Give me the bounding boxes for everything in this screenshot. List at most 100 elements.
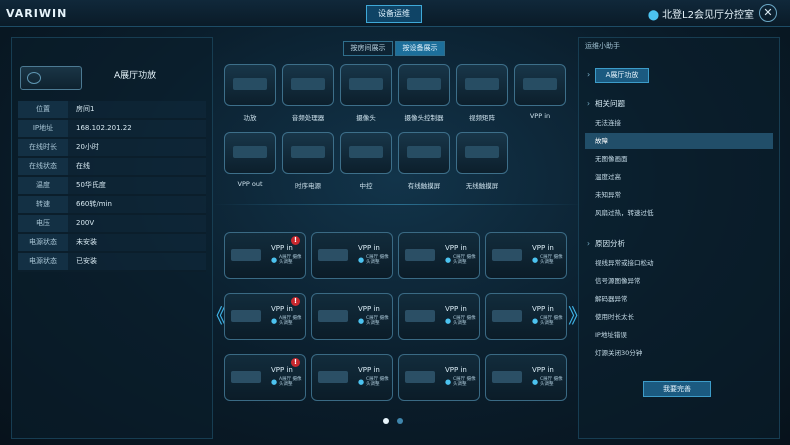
issue-item[interactable]: 无法连接 xyxy=(585,115,773,131)
device-type-item[interactable]: 有线触摸屏 xyxy=(396,132,452,190)
device-icon xyxy=(492,249,522,261)
card-title: VPP in xyxy=(445,366,467,374)
toggle-by-device[interactable]: 按设备展示 xyxy=(395,41,445,56)
card-location: A展厅 摄像头调整 xyxy=(279,316,302,326)
location: ⬤ 北登L2会见厅分控室 xyxy=(648,6,754,21)
cause-item[interactable]: 视线异常或接口松动 xyxy=(585,255,773,271)
wireless-touchscreen-icon xyxy=(456,132,508,174)
device-type-item[interactable]: 摄像头控制器 xyxy=(396,64,452,122)
issue-item-selected[interactable]: 故障 xyxy=(585,133,773,149)
related-issues-heading[interactable]: › 相关问题 xyxy=(587,98,625,109)
card-location: C展厅 摄像头调整 xyxy=(366,255,389,265)
section-label: 原因分析 xyxy=(595,239,625,248)
device-type-label: 功放 xyxy=(243,114,257,122)
device-card[interactable]: VPP in ● C展厅 摄像头调整 xyxy=(398,354,480,401)
info-key: 位置 xyxy=(18,101,68,120)
location-pin-icon: ● xyxy=(271,317,278,325)
card-title: VPP in xyxy=(532,244,554,252)
device-card[interactable]: VPP in ● C展厅 摄像头调整 xyxy=(485,232,567,279)
device-card[interactable]: VPP in ● C展厅 摄像头调整 xyxy=(398,232,480,279)
device-title: A展厅功放 xyxy=(114,71,157,81)
alert-icon: ! xyxy=(291,236,300,245)
card-title: VPP in xyxy=(532,305,554,313)
info-value: 20小时 xyxy=(68,139,206,158)
device-icon xyxy=(405,249,435,261)
info-row: 位置 房间1 xyxy=(18,101,206,120)
location-pin-icon: ● xyxy=(445,317,452,325)
device-card[interactable]: VPP in ● C展厅 摄像头调整 xyxy=(311,293,393,340)
vpp-in-icon xyxy=(514,64,566,106)
issue-item[interactable]: 无图像画面 xyxy=(585,151,773,167)
issue-item[interactable]: 未知异常 xyxy=(585,187,773,203)
cause-item[interactable]: 灯源关闭30分钟 xyxy=(585,345,773,361)
card-title: VPP in xyxy=(358,305,380,313)
device-card[interactable]: VPP in ● A展厅 摄像头调整! xyxy=(224,354,306,401)
wired-touchscreen-icon xyxy=(398,132,450,174)
improve-button[interactable]: 我要完善 xyxy=(643,381,711,397)
card-location: A展厅 摄像头调整 xyxy=(279,377,302,387)
card-location: C展厅 摄像头调整 xyxy=(540,316,563,326)
device-type-label: 有线触摸屏 xyxy=(407,182,441,190)
device-card[interactable]: VPP in ● A展厅 摄像头调整! xyxy=(224,232,306,279)
device-card[interactable]: VPP in ● A展厅 摄像头调整! xyxy=(224,293,306,340)
info-key: 在线状态 xyxy=(18,158,68,177)
info-value: 200V xyxy=(68,215,206,234)
device-type-item[interactable]: 摄像头 xyxy=(338,64,394,122)
device-type-label: 视频矩阵 xyxy=(469,114,495,122)
device-icon xyxy=(231,371,261,383)
device-type-item[interactable]: VPP out xyxy=(222,132,278,188)
location-pin-icon: ● xyxy=(358,378,365,386)
device-type-item[interactable]: VPP in xyxy=(512,64,568,120)
card-location: C展厅 摄像头调整 xyxy=(453,316,476,326)
device-icon xyxy=(231,310,261,322)
card-title: VPP in xyxy=(271,305,293,313)
device-info-panel: A展厅功放 位置 房间1 IP地址 168.102.201.22 在线时长 20小时 … xyxy=(11,37,213,439)
device-badge[interactable]: A展厅功放 xyxy=(595,68,649,83)
sequence-power-icon xyxy=(282,132,334,174)
device-card[interactable]: VPP in ● C展厅 摄像头调整 xyxy=(311,354,393,401)
device-card[interactable]: VPP in ● C展厅 摄像头调整 xyxy=(311,232,393,279)
device-type-item[interactable]: 时序电源 xyxy=(280,132,336,190)
device-icon xyxy=(405,310,435,322)
device-icon xyxy=(231,249,261,261)
cause-analysis-heading[interactable]: › 原因分析 xyxy=(587,238,625,249)
pagination-dots xyxy=(383,409,411,428)
cause-item[interactable]: 使用时长太长 xyxy=(585,309,773,325)
device-type-item[interactable]: 功放 xyxy=(222,64,278,122)
device-card[interactable]: VPP in ● C展厅 摄像头调整 xyxy=(485,354,567,401)
device-type-item[interactable]: 中控 xyxy=(338,132,394,190)
device-image xyxy=(20,66,82,90)
location-text: 北登L2会见厅分控室 xyxy=(662,10,754,21)
page-dot[interactable] xyxy=(397,418,403,424)
prev-page-arrow-icon[interactable]: 《 xyxy=(206,300,226,329)
card-title: VPP in xyxy=(271,366,293,374)
cause-item[interactable]: 解码器异常 xyxy=(585,291,773,307)
device-card[interactable]: VPP in ● C展厅 摄像头调整 xyxy=(398,293,480,340)
page-dot-active[interactable] xyxy=(383,418,389,424)
location-pin-icon: ● xyxy=(532,256,539,264)
device-type-item[interactable]: 无线触摸屏 xyxy=(454,132,510,190)
top-bar: VARIWIN 设备运维 ⬤ 北登L2会见厅分控室 ✕ xyxy=(0,0,790,27)
toggle-by-room[interactable]: 按房间展示 xyxy=(343,41,393,56)
info-key: 转速 xyxy=(18,196,68,215)
issue-item[interactable]: 温度过高 xyxy=(585,169,773,185)
cause-item[interactable]: IP地址错误 xyxy=(585,327,773,343)
cause-item[interactable]: 信号源图像异常 xyxy=(585,273,773,289)
close-button[interactable]: ✕ xyxy=(759,4,777,22)
chevron-right-icon: › xyxy=(587,99,590,108)
device-type-label: 时序电源 xyxy=(295,182,321,190)
issue-item[interactable]: 风扇过热，转速过低 xyxy=(585,205,773,221)
logo: VARIWIN xyxy=(6,7,68,20)
vpp-out-icon xyxy=(224,132,276,174)
info-table: 位置 房间1 IP地址 168.102.201.22 在线时长 20小时 在线状态 在线… xyxy=(18,101,206,272)
card-title: VPP in xyxy=(445,244,467,252)
info-row: IP地址 168.102.201.22 xyxy=(18,120,206,139)
device-icon xyxy=(492,310,522,322)
info-value: 已安装 xyxy=(68,253,206,272)
location-pin-icon: ● xyxy=(445,256,452,264)
device-type-item[interactable]: 音频处理器 xyxy=(280,64,336,122)
device-type-item[interactable]: 视频矩阵 xyxy=(454,64,510,122)
device-ops-button[interactable]: 设备运维 xyxy=(366,5,422,23)
device-card[interactable]: VPP in ● C展厅 摄像头调整 xyxy=(485,293,567,340)
chevron-right-icon: › xyxy=(587,239,590,248)
